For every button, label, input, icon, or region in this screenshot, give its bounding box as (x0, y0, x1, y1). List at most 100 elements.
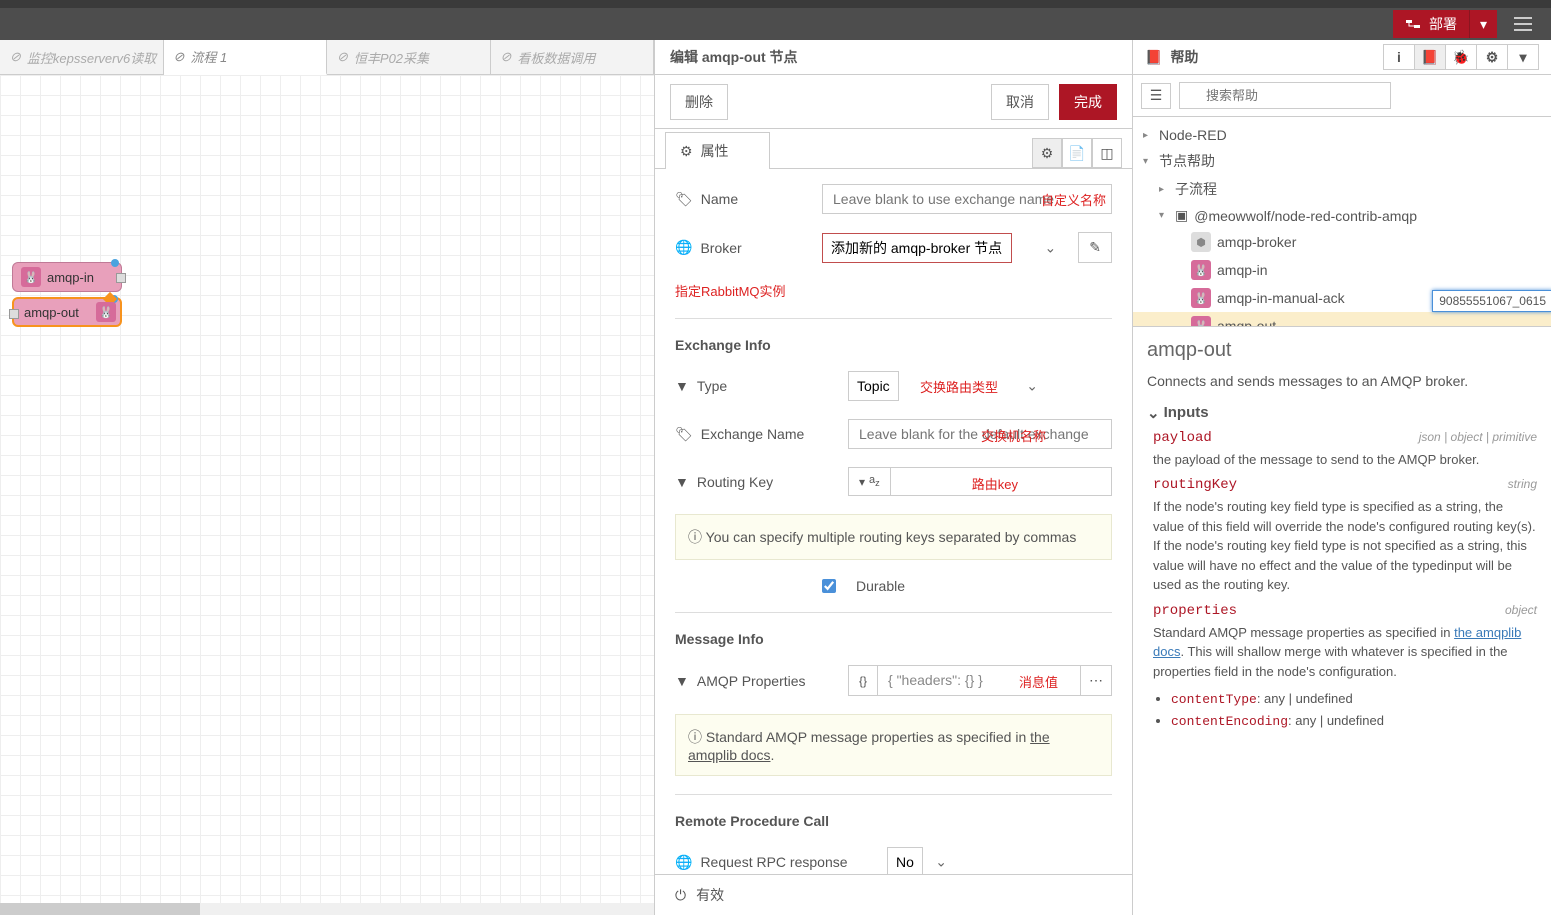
help-search-input[interactable] (1179, 82, 1391, 109)
cube-icon: ▣ (1175, 207, 1188, 224)
tab-icon-appearance[interactable]: ◫ (1092, 138, 1122, 168)
tab-info[interactable]: i (1383, 44, 1415, 70)
info-icon: ⓘ (688, 529, 702, 545)
routing-key-hint: ⓘ You can specify multiple routing keys … (675, 514, 1112, 560)
node-amqp-in[interactable]: 🐰 amqp-in (12, 262, 122, 292)
tree-item-amqp-out[interactable]: 🐰amqp-out (1133, 312, 1551, 327)
row-exchange-name: 🏷Exchange Name 交换机名称 (675, 419, 1112, 449)
row-durable: Durable (675, 578, 1112, 594)
annotation: 自定义名称 (1041, 190, 1106, 209)
durable-checkbox[interactable] (822, 579, 836, 593)
help-header: 📕 帮助 i 📕 🐞 ⚙ ▾ (1133, 40, 1551, 75)
row-routing-key: ▼Routing Key ▾az 路由key (675, 467, 1112, 496)
disabled-icon: ⊘ (337, 49, 348, 65)
prop-name: routingKey (1153, 477, 1237, 493)
filter-icon: ▼ (675, 474, 689, 490)
prop-type: json | object | primitive (1419, 430, 1537, 444)
book-icon: 📕 (1145, 49, 1162, 66)
deploy-caret[interactable]: ▾ (1469, 10, 1497, 38)
annotation: 路由key (972, 474, 1018, 493)
workspace-tab[interactable]: ⊘看板数据调用 (491, 40, 655, 74)
section-rpc: Remote Procedure Call (675, 813, 1112, 829)
delete-button[interactable]: 删除 (670, 84, 728, 120)
typed-input-type[interactable]: ▾az (848, 467, 890, 496)
tree-item[interactable]: ▾▣@meowwolf/node-red-contrib-amqp (1133, 203, 1551, 228)
tab-icon-description[interactable]: 📄 (1062, 138, 1092, 168)
chevron-down-icon: ⌄ (1026, 378, 1038, 395)
rabbit-icon: 🐰 (1191, 260, 1211, 280)
tree-item-amqp-broker[interactable]: ⬢amqp-broker (1133, 228, 1551, 256)
node-label: amqp-in (47, 270, 94, 285)
tab-caret[interactable]: ▾ (1507, 44, 1539, 70)
enabled-label: 有效 (696, 885, 724, 905)
horizontal-scrollbar[interactable] (0, 903, 654, 915)
tree-item[interactable]: ▸子流程 (1133, 175, 1551, 203)
info-icon: ⓘ (688, 729, 702, 745)
help-title: 帮助 (1170, 47, 1198, 67)
output-port[interactable] (116, 273, 126, 283)
node-label: amqp-out (24, 305, 79, 320)
rabbit-icon: 🐰 (1191, 316, 1211, 327)
scroll-thumb[interactable] (0, 903, 200, 915)
deploy-button[interactable]: 部署 (1393, 10, 1469, 38)
prop-type: object (1505, 603, 1537, 617)
help-node-title: amqp-out (1147, 339, 1537, 362)
row-amqp-props: ▼AMQP Properties {} { "headers": {} } ⋯ … (675, 665, 1112, 696)
editor-actions: 删除 取消 完成 (655, 75, 1132, 129)
section-message: Message Info (675, 631, 1112, 647)
editor-title: 编辑 amqp-out 节点 (655, 40, 1132, 75)
workspace-tab[interactable]: ⊘流程 1 (164, 40, 328, 75)
flow-canvas[interactable]: 🐰 amqp-in amqp-out 🐰 (0, 75, 654, 915)
typed-input-type[interactable]: {} (848, 665, 877, 696)
row-type: ▼Type Topic ⌄ 交换路由类型 (675, 371, 1112, 401)
tree-item[interactable]: ▾节点帮助 (1133, 147, 1551, 175)
help-intro: Connects and sends messages to an AMQP b… (1147, 372, 1537, 392)
annotation: 交换机名称 (981, 426, 1046, 445)
row-name: 🏷Name 自定义名称 (675, 184, 1112, 214)
tab-debug[interactable]: 🐞 (1445, 44, 1477, 70)
node-editor: 编辑 amqp-out 节点 删除 取消 完成 ⚙ 属性 ⚙ 📄 ◫ 🏷 Name (655, 40, 1133, 915)
power-icon[interactable]: ⏻ (675, 887, 686, 904)
help-sidebar: 📕 帮助 i 📕 🐞 ⚙ ▾ ☰ 🔍 ▸Node-RED ▾节点帮助 ▸子流程 … (1133, 40, 1551, 915)
tab-help[interactable]: 📕 (1414, 44, 1446, 70)
cancel-button[interactable]: 取消 (991, 84, 1049, 120)
rabbit-icon: 🐰 (1191, 288, 1211, 308)
help-tree: ▸Node-RED ▾节点帮助 ▸子流程 ▾▣@meowwolf/node-re… (1133, 117, 1551, 327)
prop-name: properties (1153, 603, 1237, 619)
broker-select[interactable]: 添加新的 amqp-broker 节点 (822, 233, 1012, 263)
amqp-props-hint: ⓘ Standard AMQP message properties as sp… (675, 714, 1112, 776)
tab-properties[interactable]: ⚙ 属性 (665, 132, 770, 169)
rabbit-icon: 🐰 (21, 267, 41, 287)
input-port[interactable] (9, 309, 19, 319)
inputs-heading[interactable]: ⌄Inputs (1147, 404, 1537, 422)
workspace-tab[interactable]: ⊘监控kepsserverv6读取 (0, 40, 164, 74)
tab-icon-settings[interactable]: ⚙ (1032, 138, 1062, 168)
list-item: contentType: any | undefined (1171, 689, 1537, 711)
done-button[interactable]: 完成 (1059, 84, 1117, 120)
list-toggle[interactable]: ☰ (1141, 83, 1171, 109)
tree-item-amqp-in[interactable]: 🐰amqp-in (1133, 256, 1551, 284)
prop-desc: If the node's routing key field type is … (1153, 497, 1537, 595)
prop-desc: the payload of the message to send to th… (1153, 450, 1537, 470)
workspace-tab[interactable]: ⊘恒丰P02采集 (327, 40, 491, 74)
rpc-select[interactable]: No (887, 847, 923, 874)
disabled-icon: ⊘ (10, 49, 21, 65)
tab-config[interactable]: ⚙ (1476, 44, 1508, 70)
section-exchange: Exchange Info (675, 337, 1112, 353)
tag-icon: 🏷 (675, 426, 693, 443)
prop-name: payload (1153, 430, 1212, 446)
edit-broker-button[interactable]: ✎ (1078, 232, 1112, 263)
node-amqp-out[interactable]: amqp-out 🐰 (12, 297, 122, 327)
tab-label: 属性 (701, 141, 729, 161)
menu-button[interactable] (1505, 10, 1541, 38)
annotation: 指定RabbitMQ实例 (675, 281, 786, 300)
name-label: Name (701, 191, 738, 207)
type-label: Type (697, 378, 727, 394)
tree-item[interactable]: ▸Node-RED (1133, 123, 1551, 147)
top-bar: 部署 ▾ (0, 0, 1551, 40)
expand-button[interactable]: ⋯ (1081, 665, 1112, 696)
type-select[interactable]: Topic (848, 371, 899, 401)
list-item: contentEncoding: any | undefined (1171, 711, 1537, 733)
help-toolbar: ☰ 🔍 (1133, 75, 1551, 117)
chevron-down-icon: ⌄ (1147, 404, 1160, 422)
